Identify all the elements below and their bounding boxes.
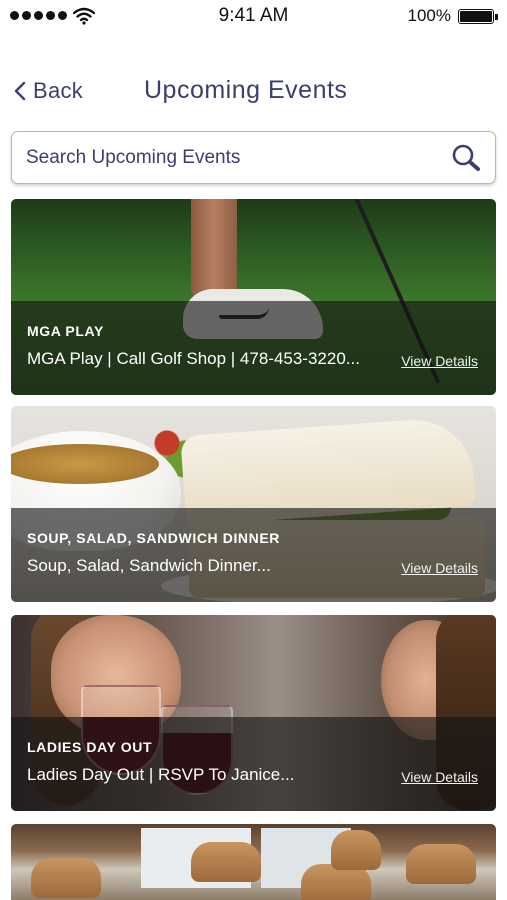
search-icon[interactable]: [451, 143, 481, 173]
event-category: MGA PLAY: [27, 323, 104, 339]
back-label: Back: [33, 78, 84, 103]
event-card-overlay: [11, 717, 496, 811]
view-details-link[interactable]: View Details: [401, 353, 478, 369]
event-card[interactable]: SOUP, SALAD, SANDWICH DINNER Soup, Salad…: [11, 406, 496, 602]
battery-icon: [458, 9, 498, 24]
view-details-link[interactable]: View Details: [401, 769, 478, 785]
chevron-left-icon: [14, 81, 26, 101]
event-card-overlay: [11, 508, 496, 602]
event-description: Soup, Salad, Sandwich Dinner...: [27, 556, 271, 575]
event-card[interactable]: LADIES DAY OUT Ladies Day Out | RSVP To …: [11, 615, 496, 811]
search-input[interactable]: [26, 142, 426, 174]
back-button[interactable]: Back: [13, 78, 83, 104]
event-description: Ladies Day Out | RSVP To Janice...: [27, 765, 295, 784]
event-card-overlay: [11, 301, 496, 395]
search-bar: [11, 131, 496, 184]
event-card[interactable]: [11, 824, 496, 900]
status-bar: 9:41 AM 100%: [0, 0, 507, 34]
view-details-link[interactable]: View Details: [401, 560, 478, 576]
lounge-image: [11, 824, 496, 900]
nav-header: Back Upcoming Events: [0, 68, 507, 116]
event-category: LADIES DAY OUT: [27, 739, 153, 755]
event-description: MGA Play | Call Golf Shop | 478-453-3220…: [27, 349, 360, 368]
event-card[interactable]: MGA PLAY MGA Play | Call Golf Shop | 478…: [11, 199, 496, 395]
event-category: SOUP, SALAD, SANDWICH DINNER: [27, 530, 281, 546]
battery-percentage: 100%: [407, 6, 451, 25]
page-title: Upcoming Events: [144, 76, 348, 104]
